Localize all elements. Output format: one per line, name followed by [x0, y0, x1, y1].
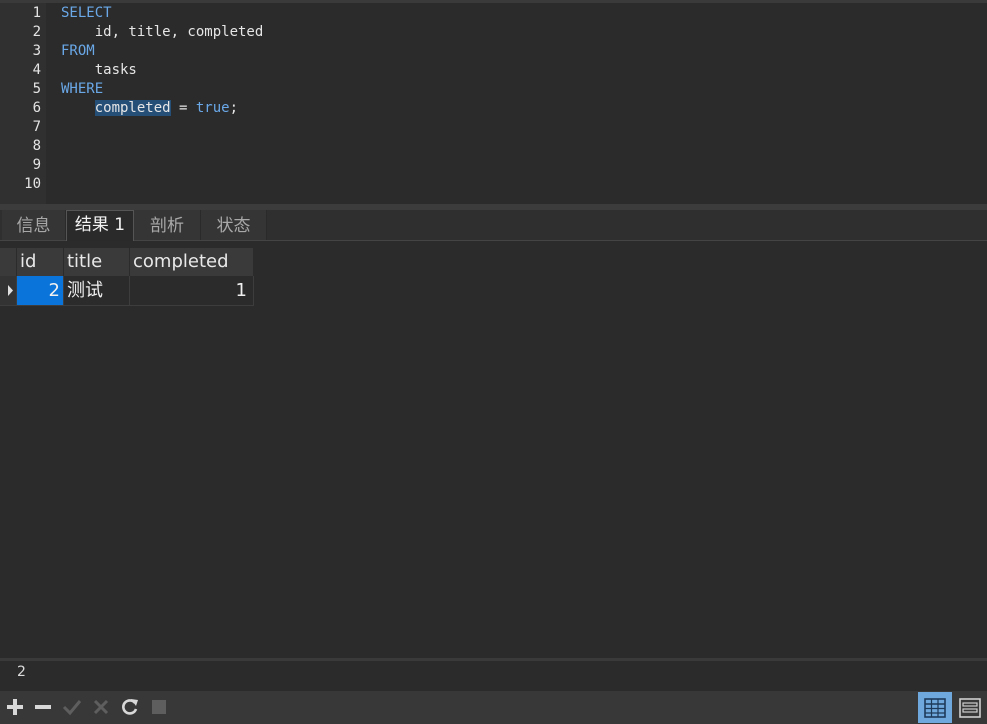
sql-text: = — [170, 100, 196, 116]
sql-indent — [61, 100, 95, 116]
remove-icon — [35, 705, 51, 709]
refresh-button[interactable] — [119, 695, 141, 719]
line-number: 5 — [32, 81, 41, 97]
selected-text: completed — [94, 100, 171, 116]
column-header-title[interactable]: title — [64, 248, 130, 276]
line-number: 2 — [32, 24, 41, 40]
status-divider — [0, 658, 987, 661]
row-header-corner — [0, 248, 17, 276]
sql-keyword: FROM — [61, 43, 95, 59]
row-pointer-icon — [8, 285, 13, 296]
refresh-icon — [122, 699, 138, 715]
result-tabbar: 信息 结果 1 剖析 状态 — [0, 210, 987, 241]
line-number-gutter: 1 2 3 4 5 6 7 8 9 10 — [0, 3, 46, 204]
code-line-6[interactable]: completed = true; — [61, 100, 238, 116]
grid-view-button[interactable] — [918, 692, 952, 723]
tab-profile[interactable]: 剖析 — [134, 210, 201, 240]
sql-text: ; — [229, 100, 239, 116]
tab-result-1[interactable]: 结果 1 — [66, 210, 134, 241]
sql-text: tasks — [61, 62, 137, 78]
code-line-1[interactable]: SELECT — [61, 5, 112, 21]
tab-info[interactable]: 信息 — [2, 210, 66, 240]
stop-icon — [152, 700, 166, 714]
delete-record-button[interactable] — [32, 695, 54, 719]
line-number: 8 — [32, 138, 41, 154]
cell-id[interactable]: 2 — [17, 276, 64, 306]
form-view-button[interactable] — [953, 692, 987, 723]
cell-value-preview: 2 — [17, 664, 26, 680]
apply-icon — [62, 700, 82, 716]
discard-changes-button[interactable] — [90, 695, 112, 719]
cell-completed[interactable]: 1 — [130, 276, 254, 306]
line-number: 3 — [32, 43, 41, 59]
grid-view-icon — [924, 697, 946, 718]
sql-keyword: SELECT — [61, 5, 112, 21]
sql-keyword: true — [195, 100, 230, 116]
grid-toolbar — [0, 691, 987, 724]
line-number: 6 — [32, 100, 41, 116]
sql-text: id, title, completed — [61, 24, 264, 40]
line-number: 7 — [32, 119, 41, 135]
line-number: 1 — [32, 5, 41, 21]
row-indicator[interactable] — [0, 276, 17, 306]
sql-editor[interactable]: 1 2 3 4 5 6 7 8 9 10 SELECT id, title, c… — [0, 0, 987, 204]
code-line-3[interactable]: FROM — [61, 43, 95, 59]
cell-title[interactable]: 测试 — [64, 276, 130, 306]
apply-changes-button[interactable] — [61, 695, 83, 719]
sql-keyword: WHERE — [61, 81, 104, 97]
add-icon — [7, 699, 23, 715]
discard-icon — [93, 699, 109, 715]
form-view-icon — [959, 697, 981, 718]
code-line-5[interactable]: WHERE — [61, 81, 103, 97]
line-number: 4 — [32, 62, 41, 78]
line-number: 9 — [32, 157, 41, 173]
column-header-id[interactable]: id — [17, 248, 64, 276]
tab-status[interactable]: 状态 — [201, 210, 267, 240]
column-header-completed[interactable]: completed — [130, 248, 254, 276]
line-number: 10 — [24, 176, 41, 192]
stop-button[interactable] — [148, 695, 170, 719]
add-record-button[interactable] — [4, 695, 26, 719]
code-line-2[interactable]: id, title, completed — [61, 24, 264, 40]
code-line-4[interactable]: tasks — [61, 62, 137, 78]
